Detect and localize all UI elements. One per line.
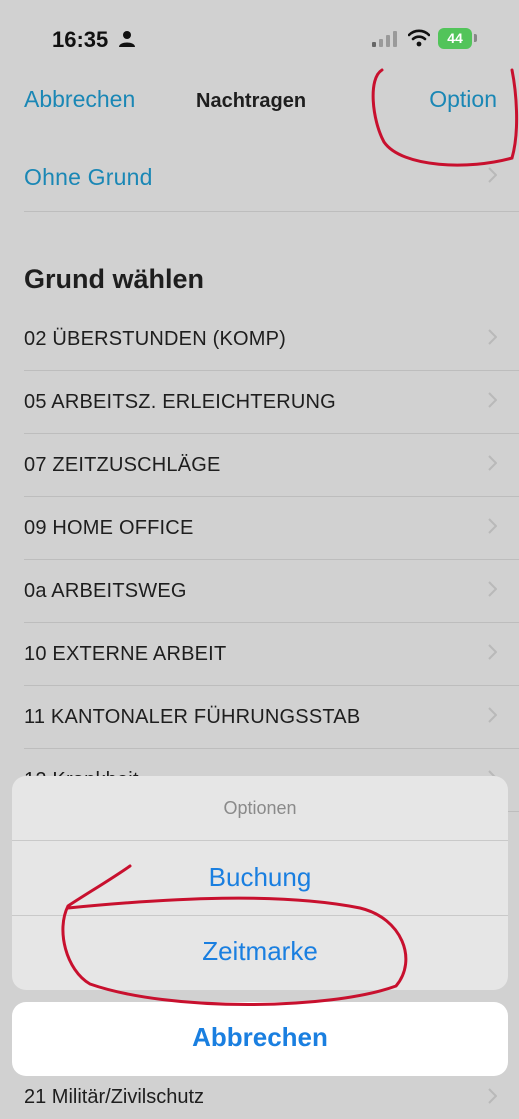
buchung-button[interactable]: Buchung <box>12 862 508 893</box>
chevron-right-icon <box>488 518 497 534</box>
list-item-label: 21 Militär/Zivilschutz <box>24 1086 205 1108</box>
list-item[interactable]: 0a ARBEITSWEG <box>24 560 519 623</box>
chevron-right-icon <box>488 707 497 723</box>
chevron-right-icon <box>488 392 497 408</box>
cellular-signal-icon <box>372 31 397 47</box>
list-item-label: 02 ÜBERSTUNDEN (KOMP) <box>24 328 287 350</box>
battery-tip <box>474 34 477 42</box>
list-item[interactable]: 11 KANTONALER FÜHRUNGSSTAB <box>24 686 519 749</box>
chevron-right-icon <box>488 329 497 345</box>
battery-icon: 44 <box>438 28 472 49</box>
list-item[interactable]: 05 ARBEITSZ. ERLEICHTERUNG <box>24 371 519 434</box>
list-item[interactable]: 02 ÜBERSTUNDEN (KOMP) <box>24 308 519 371</box>
list-item[interactable]: 10 EXTERNE ARBEIT <box>24 623 519 686</box>
navigation-bar: Abbrechen Nachtragen Option <box>0 70 519 130</box>
list-item[interactable]: 07 ZEITZUSCHLÄGE <box>24 434 519 497</box>
no-reason-label: Ohne Grund <box>24 164 153 190</box>
action-sheet-title: Optionen <box>223 798 297 818</box>
list-item-label: 11 KANTONALER FÜHRUNGSSTAB <box>24 706 361 728</box>
list-item-label: 05 ARBEITSZ. ERLEICHTERUNG <box>24 391 336 413</box>
action-sheet-cancel-button[interactable]: Abbrechen <box>12 1002 508 1076</box>
list-item[interactable]: 09 HOME OFFICE <box>24 497 519 560</box>
list-item-label: 07 ZEITZUSCHLÄGE <box>24 454 221 476</box>
list-item-label: 0a ARBEITSWEG <box>24 580 187 602</box>
status-bar: 16:35 44 <box>0 0 519 80</box>
page-title: Nachtragen <box>196 90 307 112</box>
chevron-right-icon <box>488 167 497 183</box>
no-reason-row[interactable]: Ohne Grund <box>24 146 519 212</box>
person-icon <box>119 31 135 47</box>
zeitmarke-button[interactable]: Zeitmarke <box>12 936 508 967</box>
chevron-right-icon <box>488 581 497 597</box>
cancel-button[interactable]: Abbrechen <box>24 86 135 113</box>
option-button[interactable]: Option <box>429 86 497 113</box>
section-title: Grund wählen <box>24 264 205 294</box>
list-item[interactable]: 21 Militär/Zivilschutz <box>24 1078 519 1119</box>
list-item-label: 10 EXTERNE ARBEIT <box>24 643 227 665</box>
chevron-right-icon <box>488 644 497 660</box>
status-time: 16:35 <box>52 27 109 52</box>
wifi-icon <box>408 29 430 47</box>
list-item-label: 09 HOME OFFICE <box>24 517 194 539</box>
action-sheet-cancel-label: Abbrechen <box>192 1022 328 1052</box>
divider <box>12 840 508 841</box>
chevron-right-icon <box>488 1088 497 1104</box>
divider <box>12 915 508 916</box>
chevron-right-icon <box>488 455 497 471</box>
options-action-sheet: Optionen Buchung Zeitmarke <box>12 776 508 990</box>
battery-level: 44 <box>447 30 463 46</box>
